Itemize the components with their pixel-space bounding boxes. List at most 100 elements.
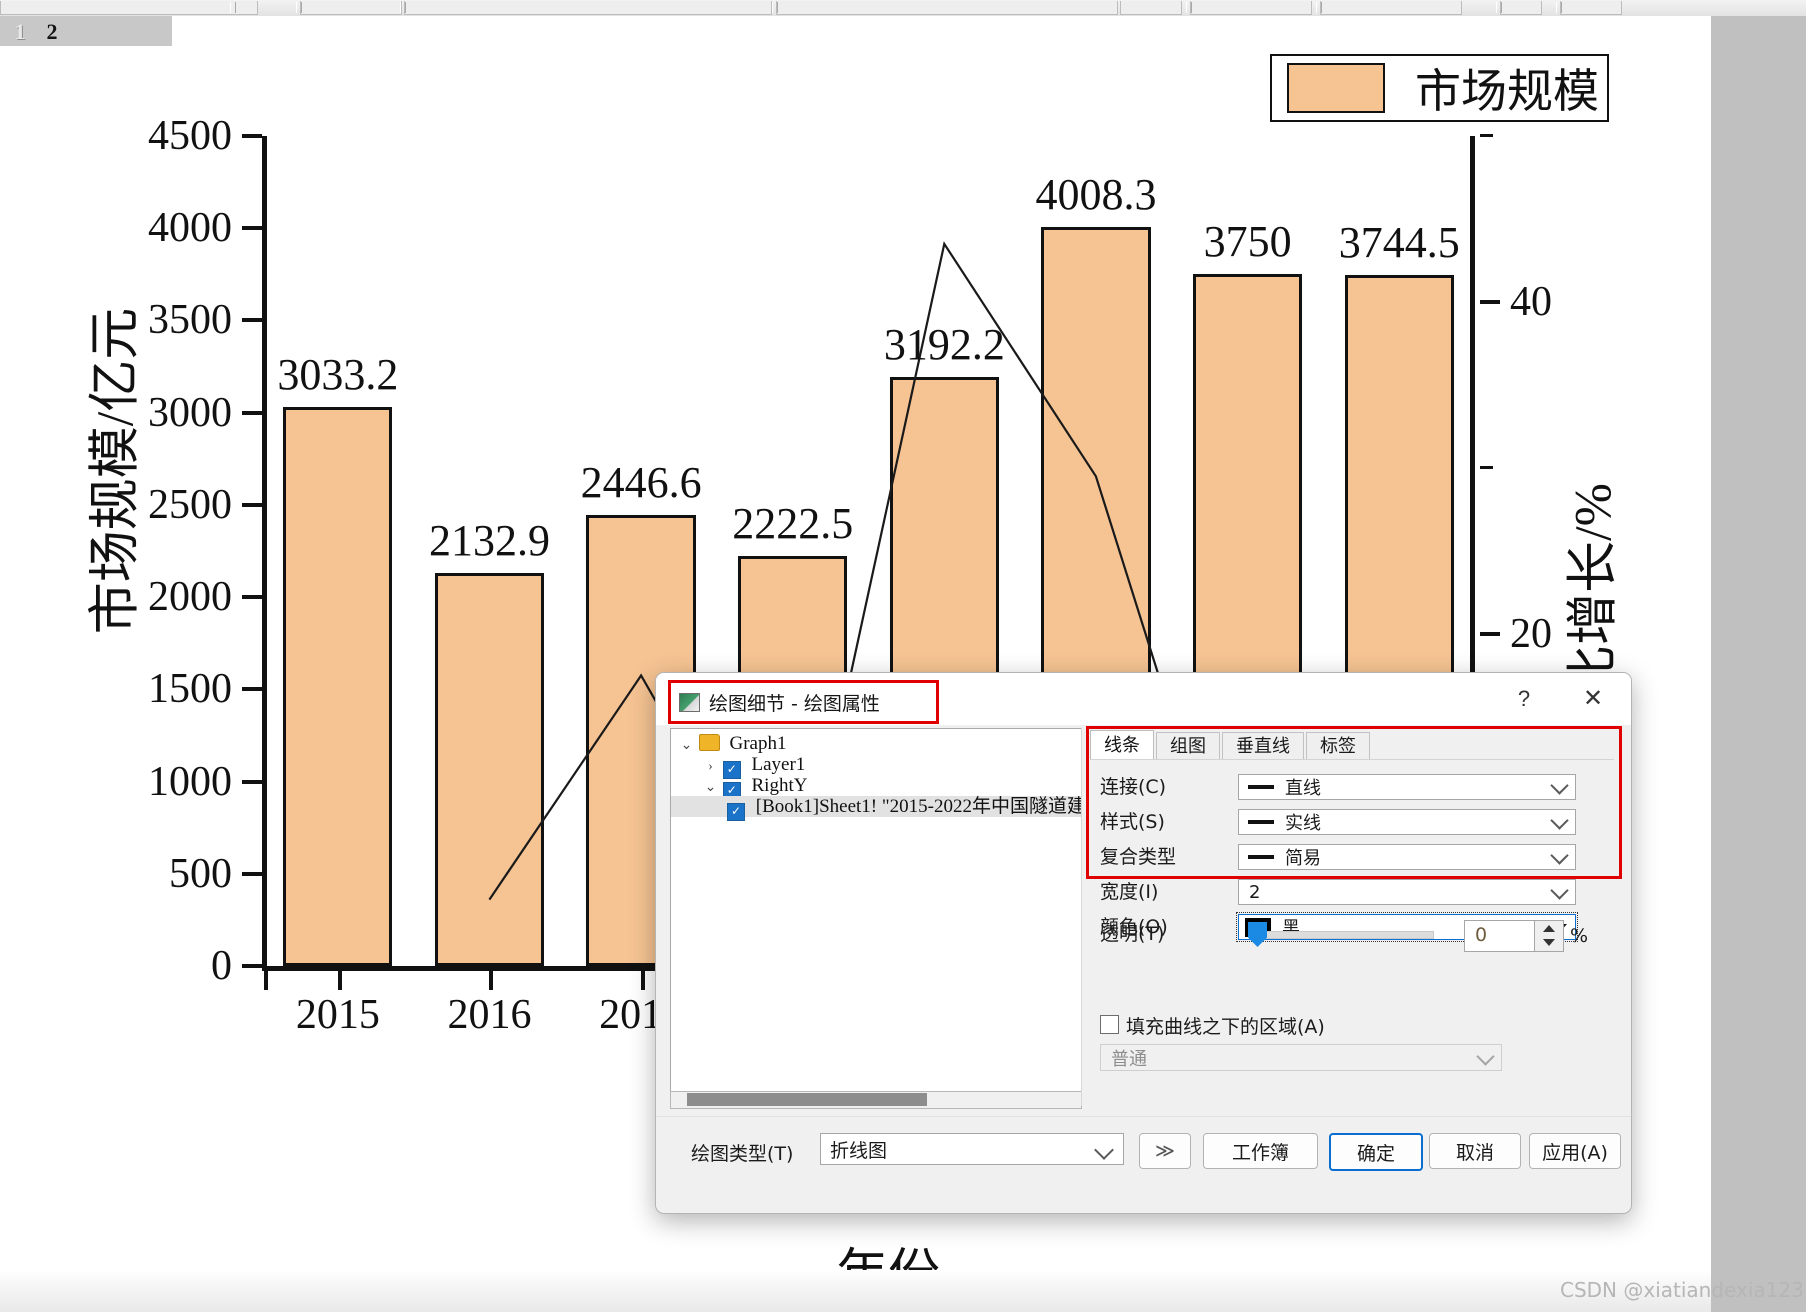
fill-area-checkbox[interactable]	[1100, 1015, 1119, 1034]
y-axis-tick	[242, 595, 262, 600]
connect-value: 直线	[1285, 778, 1321, 799]
toolbar-segment	[1320, 1, 1462, 15]
property-row-style: 样式(S) 实线	[1100, 809, 1610, 835]
toolbar-segment	[1190, 1, 1312, 15]
composite-type-value: 简易	[1285, 848, 1321, 869]
plot-details-dialog[interactable]: 绘图细节 - 绘图属性 ? ✕ ⌄ Graph1 › ✓ Layer1 ⌄ ✓ …	[655, 672, 1632, 1214]
page-bottom-shadow	[0, 1270, 1711, 1312]
plot-type-combobox[interactable]: 折线图	[820, 1133, 1124, 1165]
tree-horizontal-scrollbar[interactable]	[670, 1091, 1082, 1109]
ok-button[interactable]: 确定	[1329, 1133, 1423, 1171]
apply-button[interactable]: 应用(A)	[1529, 1133, 1621, 1169]
cancel-button[interactable]: 取消	[1429, 1133, 1521, 1169]
x-axis-tick	[641, 971, 646, 990]
toolbar-strip	[0, 0, 1806, 17]
help-icon[interactable]: ?	[1507, 684, 1541, 714]
toolbar-grip[interactable]	[400, 2, 406, 13]
chevron-down-icon[interactable]	[1094, 1140, 1114, 1160]
tree-item-label: [Book1]Sheet1! "2015-2022年中国隧道建设市场	[755, 796, 1081, 817]
y-axis-tick	[242, 871, 262, 876]
scrollbar-thumb[interactable]	[687, 1093, 927, 1106]
bar-data-label: 2132.9	[428, 515, 550, 565]
pane-divider	[1081, 728, 1082, 1106]
toolbar-grip[interactable]	[1496, 2, 1502, 13]
label-width: 宽度(I)	[1100, 881, 1159, 903]
fill-mode-value: 普通	[1111, 1048, 1147, 1070]
tab-group[interactable]: 组图	[1156, 732, 1220, 760]
line-preview-icon	[1248, 785, 1274, 789]
tab-label[interactable]: 标签	[1306, 732, 1370, 760]
toolbar-grip[interactable]	[296, 2, 302, 13]
label-plot-type: 绘图类型(T)	[691, 1143, 794, 1165]
chevron-down-icon[interactable]	[1550, 811, 1569, 830]
transparency-slider-thumb[interactable]	[1248, 922, 1267, 947]
tree-item-label: Graph1	[729, 733, 787, 754]
transparency-input[interactable]: 0	[1464, 920, 1536, 952]
width-combobox[interactable]: 2	[1238, 879, 1576, 905]
tab-vertical-line[interactable]: 垂直线	[1222, 732, 1304, 760]
y-axis-title: 市场规模/亿元	[87, 307, 145, 635]
connect-combobox[interactable]: 直线	[1238, 774, 1576, 800]
label-transparency: 透明(T)	[1100, 923, 1165, 945]
plot-tree-panel[interactable]: ⌄ Graph1 › ✓ Layer1 ⌄ ✓ RightY ✓ [Book1]…	[670, 728, 1082, 1102]
transparency-stepper[interactable]	[1534, 920, 1564, 952]
toolbar-grip[interactable]	[230, 2, 236, 13]
y-axis-tick-label: 1500	[148, 666, 232, 713]
expander-icon[interactable]: ›	[703, 756, 718, 777]
fill-area-label: 填充曲线之下的区域(A)	[1126, 1016, 1325, 1038]
legend-label-market-size: 市场规模	[1415, 66, 1599, 117]
label-composite-type: 复合类型	[1100, 846, 1177, 868]
chevron-down-icon[interactable]	[1550, 881, 1569, 900]
y2-axis-tick	[1480, 300, 1500, 304]
tree-item-dataset[interactable]: ✓ [Book1]Sheet1! "2015-2022年中国隧道建设市场	[671, 796, 1081, 821]
close-icon[interactable]: ✕	[1573, 684, 1613, 714]
tree-item-graph1[interactable]: ⌄ Graph1	[671, 729, 1081, 754]
tab-line[interactable]: 线条	[1090, 730, 1154, 760]
toolbar-grip[interactable]	[1316, 2, 1322, 13]
transparency-value: 0	[1475, 924, 1488, 946]
origin-app-window: 1 2 市场规模 市场规模/亿元 同比增长/% 年份 0500100015002…	[0, 0, 1806, 1312]
transparency-slider-track[interactable]	[1252, 931, 1434, 939]
y-axis-tick-label: 500	[169, 850, 232, 897]
y-axis-tick	[242, 134, 262, 138]
property-tabs[interactable]: 线条 组图 垂直线 标签	[1090, 730, 1372, 760]
stepper-down-icon[interactable]	[1543, 939, 1555, 946]
label-connect: 连接(C)	[1100, 776, 1167, 798]
toolbar-grip[interactable]	[1556, 2, 1562, 13]
dialog-titlebar[interactable]: 绘图细节 - 绘图属性 ? ✕	[656, 673, 1631, 725]
chevron-down-icon[interactable]	[1550, 776, 1569, 795]
chart-legend[interactable]: 市场规模	[1270, 54, 1609, 122]
y2-axis-tick-label: 20	[1510, 611, 1552, 657]
stepper-up-icon[interactable]	[1543, 925, 1555, 932]
toolbar-segment	[1500, 1, 1542, 15]
expander-icon[interactable]: ⌄	[679, 735, 694, 756]
toolbar-grip[interactable]	[1186, 2, 1192, 13]
fill-area-group: 填充曲线之下的区域(A) 普通	[1100, 1013, 1610, 1083]
property-row-connect: 连接(C) 直线	[1100, 774, 1610, 800]
y-axis-tick	[242, 687, 262, 692]
expand-button[interactable]: ≫	[1139, 1133, 1191, 1169]
y-axis-tick-label: 3500	[148, 297, 232, 344]
property-row-width: 宽度(I) 2	[1100, 879, 1610, 905]
tree-item-layer1[interactable]: › ✓ Layer1	[671, 754, 1081, 779]
workbook-button[interactable]: 工作簿	[1203, 1133, 1318, 1169]
y-axis-tick	[242, 502, 262, 507]
toolbar-grip[interactable]	[772, 2, 778, 13]
tab-strip-underline	[1090, 759, 1614, 760]
folder-icon	[698, 734, 720, 751]
tree-item-righty[interactable]: ⌄ ✓ RightY	[671, 775, 1081, 800]
legend-swatch-market-size	[1287, 63, 1385, 113]
x-axis-tick	[489, 971, 494, 990]
fill-mode-combobox[interactable]: 普通	[1100, 1044, 1502, 1071]
expander-icon[interactable]: ⌄	[703, 777, 718, 798]
checkbox-checked-icon[interactable]: ✓	[727, 803, 745, 821]
toolbar-segment	[0, 1, 258, 15]
composite-type-combobox[interactable]: 简易	[1238, 844, 1576, 870]
style-combobox[interactable]: 实线	[1238, 809, 1576, 835]
chevron-down-icon[interactable]	[1550, 846, 1569, 865]
dialog-title-group: 绘图细节 - 绘图属性	[668, 680, 939, 724]
tree-item-label: Layer1	[751, 754, 806, 775]
dialog-title: 绘图细节 - 绘图属性	[709, 692, 880, 715]
chevron-down-icon[interactable]	[1476, 1047, 1495, 1066]
footer-divider	[656, 1116, 1631, 1117]
